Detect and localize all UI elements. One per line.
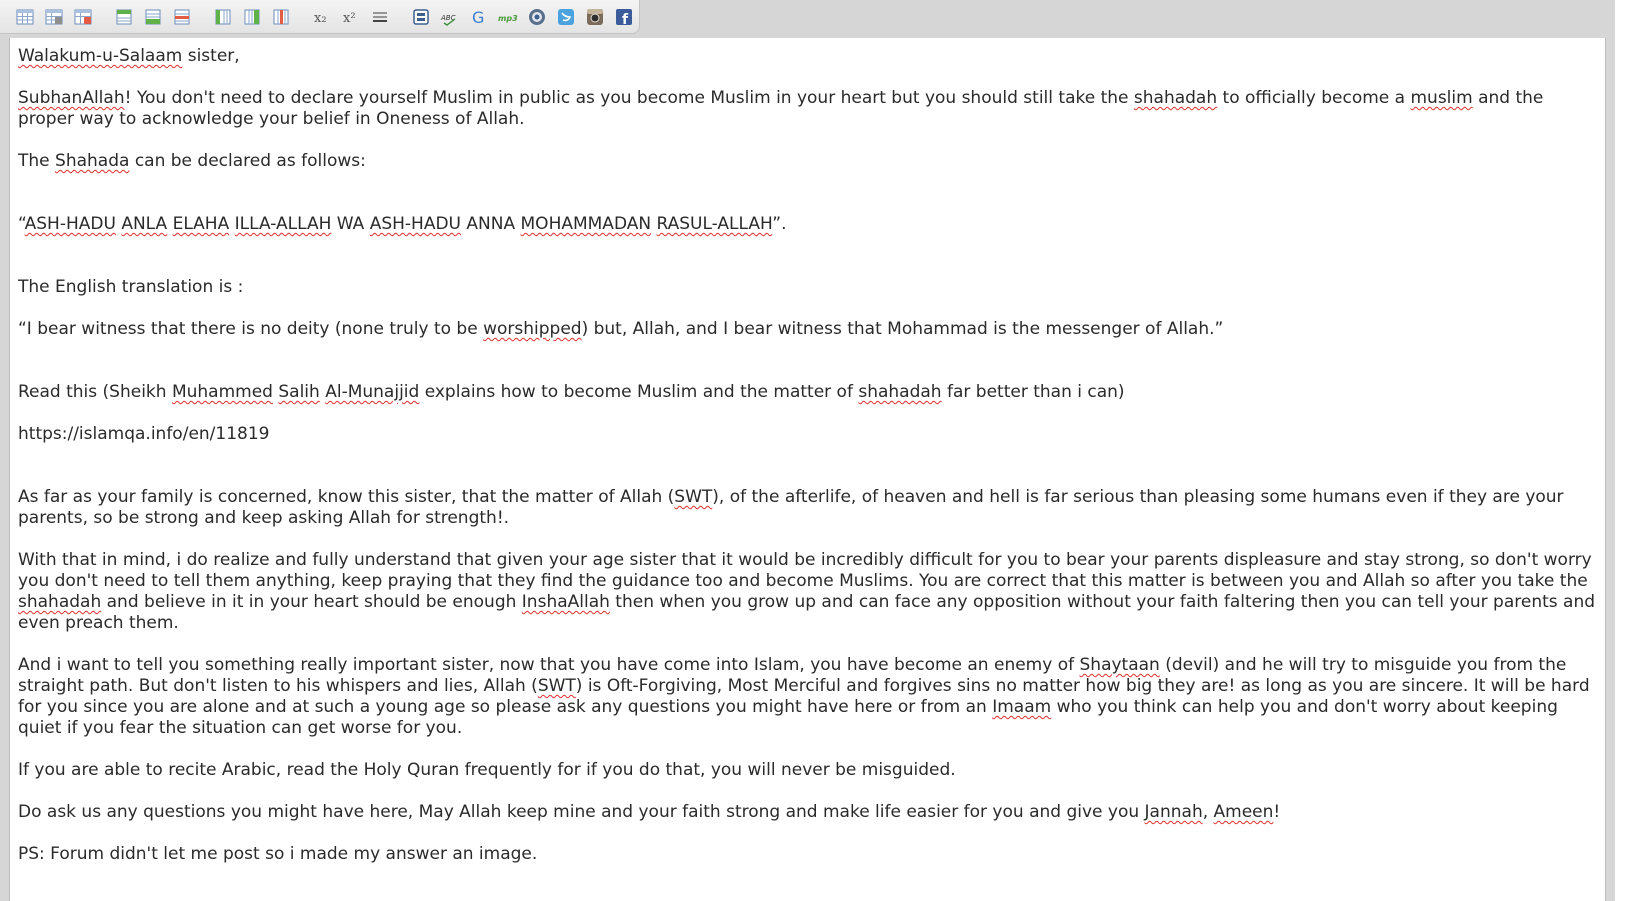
svg-text:mp3: mp3 xyxy=(498,14,518,23)
text-paragraph: As far as your family is concerned, know… xyxy=(18,487,1597,529)
text-run: far better than i can) xyxy=(941,382,1125,402)
misspelled-word: Shaytaan xyxy=(1079,655,1160,675)
twitter-icon[interactable] xyxy=(555,6,577,28)
text-run: ”. xyxy=(772,214,787,234)
text-run: “I bear witness that there is no deity (… xyxy=(18,319,484,339)
text-run: The xyxy=(18,151,56,171)
google-icon[interactable]: G xyxy=(468,6,490,28)
svg-text:G: G xyxy=(472,8,484,27)
misspelled-word: shahadah xyxy=(18,592,102,612)
mp3-icon[interactable]: mp3 xyxy=(497,6,519,28)
text-run: Do ask us any questions you might have h… xyxy=(18,802,1145,822)
text-run: The English translation is : xyxy=(18,277,244,297)
misspelled-word: Ameen xyxy=(1213,802,1274,822)
insert-row-above-icon[interactable] xyxy=(113,6,135,28)
svg-text:x₂: x₂ xyxy=(314,11,327,26)
text-run: With that in mind, i do realize and full… xyxy=(18,550,1598,591)
misspelled-word: muslim xyxy=(1410,88,1473,108)
editor-toolbar: x₂ x² ABC G mp3 f xyxy=(0,0,640,34)
page-scrollbar[interactable] xyxy=(1615,0,1631,901)
text-run: As far as your family is concerned, know… xyxy=(18,487,675,507)
text-paragraph: https://islamqa.info/en/11819 xyxy=(18,424,1597,445)
misspelled-word: ASH-HADU xyxy=(369,214,462,234)
text-paragraph: The Shahada can be declared as follows: xyxy=(18,151,1597,172)
misspelled-word: Imaam xyxy=(992,697,1052,717)
delete-table-icon[interactable] xyxy=(72,6,94,28)
insert-column-after-icon[interactable] xyxy=(241,6,263,28)
misspelled-word: RASUL-ALLAH xyxy=(656,214,773,234)
text-paragraph: PS: Forum didn't let me post so i made m… xyxy=(18,844,1597,865)
misspelled-word: Shahada xyxy=(55,151,130,171)
delete-row-icon[interactable] xyxy=(171,6,193,28)
text-paragraph: “I bear witness that there is no deity (… xyxy=(18,319,1597,340)
text-run: ) but, Allah, and I bear witness that Mo… xyxy=(581,319,1224,339)
text-paragraph: The English translation is : xyxy=(18,277,1597,298)
facebook-icon[interactable]: f xyxy=(613,6,635,28)
column-tools-group xyxy=(212,6,299,28)
text-run: explains how to become Muslim and the ma… xyxy=(419,382,859,402)
text-run: WA xyxy=(331,214,370,234)
insert-row-below-icon[interactable] xyxy=(142,6,164,28)
text-run: ! You don't need to declare yourself Mus… xyxy=(124,88,1134,108)
misspelled-word: Al-Munajjid xyxy=(325,382,420,402)
media-icon[interactable] xyxy=(410,6,432,28)
text-run: Read this (Sheikh xyxy=(18,382,172,402)
table-icon[interactable] xyxy=(14,6,36,28)
svg-text:x²: x² xyxy=(343,11,356,26)
text-run: If you are able to recite Arabic, read t… xyxy=(18,760,956,780)
text-run: ! xyxy=(1273,802,1281,822)
text-run: ANNA xyxy=(461,214,521,234)
svg-text:f: f xyxy=(622,12,629,27)
misspelled-word: SWT xyxy=(537,676,576,696)
record-icon[interactable] xyxy=(526,6,548,28)
text-paragraph: And i want to tell you something really … xyxy=(18,655,1597,739)
misspelled-word: worshipped xyxy=(483,319,582,339)
text-paragraph: “ASH-HADU ANLA ELAHA ILLA-ALLAH WA ASH-H… xyxy=(18,214,1597,235)
misspelled-word: shahadah xyxy=(858,382,942,402)
text-run: sister, xyxy=(182,46,240,66)
text-paragraph: SubhanAllah! You don't need to declare y… xyxy=(18,88,1597,130)
format-tools-group: x₂ x² xyxy=(311,6,398,28)
misspelled-word: SWT xyxy=(674,487,713,507)
misspelled-word: InshaAllah xyxy=(521,592,610,612)
delete-column-icon[interactable] xyxy=(270,6,292,28)
text-run: https://islamqa.info/en/11819 xyxy=(18,424,270,444)
text-paragraph: If you are able to recite Arabic, read t… xyxy=(18,760,1597,781)
misspelled-word: ANLA xyxy=(121,214,168,234)
editor-content-area[interactable]: Walakum-u-Salaam sister, SubhanAllah! You… xyxy=(9,38,1606,901)
table-tools-group xyxy=(14,6,101,28)
misspelled-word: Salih xyxy=(278,382,320,402)
misspelled-word: SubhanAllah xyxy=(18,88,125,108)
editor-frame: x₂ x² ABC G mp3 f Walakum-u-Salaam siste… xyxy=(0,0,1615,901)
misspelled-word: ILLA-ALLAH xyxy=(234,214,332,234)
misspelled-word: shahadah xyxy=(1133,88,1218,108)
misspelled-word: ELAHA xyxy=(172,214,230,234)
text-run: to officially become a xyxy=(1217,88,1411,108)
text-run: can be declared as follows: xyxy=(129,151,366,171)
text-paragraph: Do ask us any questions you might have h… xyxy=(18,802,1597,823)
horizontal-rule-icon[interactable] xyxy=(369,6,391,28)
extra-tools-group: ABC G mp3 f xyxy=(410,6,642,28)
text-run: And i want to tell you something really … xyxy=(18,655,1080,675)
misspelled-word: ASH-HADU xyxy=(24,214,116,234)
table-properties-icon[interactable] xyxy=(43,6,65,28)
superscript-icon[interactable]: x² xyxy=(340,6,362,28)
text-paragraph: Read this (Sheikh Muhammed Salih Al-Muna… xyxy=(18,382,1597,403)
text-paragraph: Walakum-u-Salaam sister, xyxy=(18,46,1597,67)
insert-column-before-icon[interactable] xyxy=(212,6,234,28)
row-tools-group xyxy=(113,6,200,28)
misspelled-word: MOHAMMADAN xyxy=(520,214,652,234)
misspelled-word: Walakum-u-Salaam xyxy=(18,46,183,66)
misspelled-word: Jannah xyxy=(1144,802,1203,822)
text-run: , xyxy=(1202,802,1214,822)
text-run: “ xyxy=(18,214,25,234)
text-paragraph: With that in mind, i do realize and full… xyxy=(18,550,1597,634)
text-run: PS: Forum didn't let me post so i made m… xyxy=(18,844,538,864)
instagram-icon[interactable] xyxy=(584,6,606,28)
text-run: and believe in it in your heart should b… xyxy=(101,592,522,612)
misspelled-word: Muhammed xyxy=(171,382,273,402)
spellcheck-icon[interactable]: ABC xyxy=(439,6,461,28)
subscript-icon[interactable]: x₂ xyxy=(311,6,333,28)
